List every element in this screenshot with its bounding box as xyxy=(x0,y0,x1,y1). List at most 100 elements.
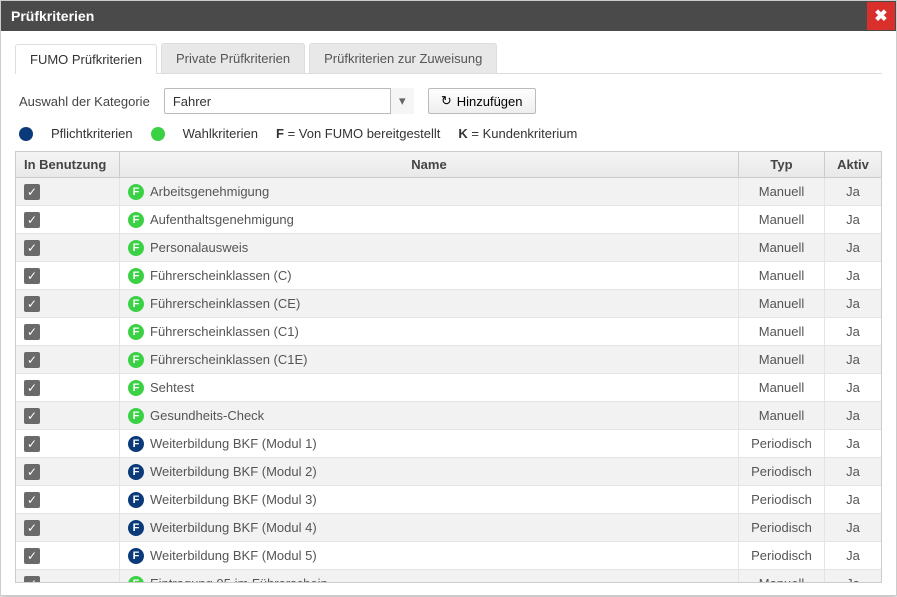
table-row[interactable]: ✓FAufenthaltsgenehmigungManuellJa xyxy=(16,206,881,234)
cell-in-benutzung: ✓ xyxy=(16,458,120,485)
legend: Pflichtkriterien Wahlkriterien F = Von F… xyxy=(15,126,882,151)
source-badge-icon: F xyxy=(128,184,144,200)
controls-row: Auswahl der Kategorie Fahrer ▾ ↻ Hinzufü… xyxy=(15,74,882,126)
cell-name: FFührerscheinklassen (C) xyxy=(120,262,739,289)
cell-name: FWeiterbildung BKF (Modul 5) xyxy=(120,542,739,569)
tab-2[interactable]: Prüfkriterien zur Zuweisung xyxy=(309,43,497,73)
cell-aktiv: Ja xyxy=(825,570,881,582)
dot-navy-icon xyxy=(19,127,33,141)
cell-in-benutzung: ✓ xyxy=(16,402,120,429)
grid-header: In Benutzung Name Typ Aktiv xyxy=(16,152,881,178)
table-row[interactable]: ✓FFührerscheinklassen (CE)ManuellJa xyxy=(16,290,881,318)
row-name-text: Führerscheinklassen (CE) xyxy=(150,296,300,311)
col-header-typ[interactable]: Typ xyxy=(739,152,825,177)
cell-typ: Manuell xyxy=(739,570,825,582)
cell-name: FWeiterbildung BKF (Modul 3) xyxy=(120,486,739,513)
category-label: Auswahl der Kategorie xyxy=(19,94,150,109)
cell-name: FPersonalausweis xyxy=(120,234,739,261)
category-select-field[interactable]: Fahrer xyxy=(164,88,414,114)
category-select[interactable]: Fahrer ▾ xyxy=(164,88,414,114)
cell-aktiv: Ja xyxy=(825,430,881,457)
table-row[interactable]: ✓FFührerscheinklassen (C)ManuellJa xyxy=(16,262,881,290)
checkbox[interactable]: ✓ xyxy=(24,324,40,340)
source-badge-icon: F xyxy=(128,436,144,452)
content-area: FUMO PrüfkriterienPrivate PrüfkriterienP… xyxy=(1,31,896,597)
checkbox[interactable]: ✓ xyxy=(24,296,40,312)
cell-typ: Periodisch xyxy=(739,486,825,513)
table-row[interactable]: ✓FWeiterbildung BKF (Modul 5)PeriodischJ… xyxy=(16,542,881,570)
tab-0[interactable]: FUMO Prüfkriterien xyxy=(15,44,157,74)
legend-k-bold: K xyxy=(458,126,467,141)
checkbox[interactable]: ✓ xyxy=(24,352,40,368)
source-badge-icon: F xyxy=(128,296,144,312)
table-row[interactable]: ✓FEintragung 95 im FührerscheinManuellJa xyxy=(16,570,881,582)
table-row[interactable]: ✓FFührerscheinklassen (C1E)ManuellJa xyxy=(16,346,881,374)
cell-aktiv: Ja xyxy=(825,458,881,485)
table-row[interactable]: ✓ F Weiterbildung BKF (Modul 1) PeriodischJ… xyxy=(16,430,881,458)
legend-k: K = Kundenkriterium xyxy=(458,126,577,141)
checkbox[interactable]: ✓ xyxy=(24,520,40,536)
cell-typ: Periodisch xyxy=(739,430,825,457)
table-row[interactable]: ✓FWeiterbildung BKF (Modul 2)PeriodischJ… xyxy=(16,458,881,486)
cell-name: F Weiterbildung BKF (Modul 1) xyxy=(120,430,739,457)
cell-typ: Manuell xyxy=(739,234,825,261)
cell-typ: Manuell xyxy=(739,178,825,205)
checkbox[interactable]: ✓ xyxy=(24,492,40,508)
table-row[interactable]: ✓FWeiterbildung BKF (Modul 4)PeriodischJ… xyxy=(16,514,881,542)
cell-typ: Manuell xyxy=(739,206,825,233)
table-row[interactable]: ✓ FGesundheits-CheckManuellJa xyxy=(16,402,881,430)
source-badge-icon: F xyxy=(128,464,144,480)
checkbox[interactable]: ✓ xyxy=(24,436,40,452)
legend-f-bold: F xyxy=(276,126,284,141)
col-header-in-benutzung[interactable]: In Benutzung xyxy=(16,152,120,177)
source-badge-icon: F xyxy=(128,352,144,368)
cell-typ: Manuell xyxy=(739,318,825,345)
grid-body[interactable]: ✓FArbeitsgenehmigungManuellJa✓FAufenthal… xyxy=(16,178,881,582)
cell-typ: Manuell xyxy=(739,402,825,429)
tab-1[interactable]: Private Prüfkriterien xyxy=(161,43,305,73)
checkbox[interactable]: ✓ xyxy=(24,380,40,396)
close-icon: ✖ xyxy=(874,6,887,26)
table-row[interactable]: ✓ F Arbeitsgenehmigung ManuellJa xyxy=(16,178,881,206)
table-row[interactable]: ✓FPersonalausweisManuellJa xyxy=(16,234,881,262)
checkbox[interactable]: ✓ xyxy=(24,464,40,480)
window-title: Prüfkriterien xyxy=(11,8,94,24)
source-badge-icon: F xyxy=(128,576,144,583)
cell-typ: Manuell xyxy=(739,346,825,373)
add-button[interactable]: ↻ Hinzufügen xyxy=(428,88,536,114)
checkbox[interactable]: ✓ xyxy=(24,240,40,256)
table-row[interactable]: ✓FSehtestManuellJa xyxy=(16,374,881,402)
cell-name: FAufenthaltsgenehmigung xyxy=(120,206,739,233)
checkbox[interactable]: ✓ xyxy=(24,212,40,228)
cell-name: FSehtest xyxy=(120,374,739,401)
titlebar: Prüfkriterien ✖ xyxy=(1,1,896,31)
col-header-name[interactable]: Name xyxy=(120,152,739,177)
row-name-text: Arbeitsgenehmigung xyxy=(150,184,269,199)
cell-in-benutzung: ✓ xyxy=(16,262,120,289)
cell-in-benutzung: ✓ xyxy=(16,290,120,317)
refresh-icon: ↻ xyxy=(441,93,452,109)
checkbox[interactable]: ✓ xyxy=(24,548,40,564)
table-row[interactable]: ✓FWeiterbildung BKF (Modul 3)PeriodischJ… xyxy=(16,486,881,514)
close-button[interactable]: ✖ xyxy=(867,2,895,30)
cell-aktiv: Ja xyxy=(825,374,881,401)
row-name-text: Weiterbildung BKF (Modul 1) xyxy=(150,436,317,451)
col-header-aktiv[interactable]: Aktiv xyxy=(825,152,881,177)
cell-name: FGesundheits-Check xyxy=(120,402,739,429)
checkbox[interactable]: ✓ xyxy=(24,268,40,284)
cell-aktiv: Ja xyxy=(825,402,881,429)
legend-k-text: = Kundenkriterium xyxy=(468,126,577,141)
cell-in-benutzung: ✓ xyxy=(16,374,120,401)
cell-aktiv: Ja xyxy=(825,178,881,205)
cell-aktiv: Ja xyxy=(825,262,881,289)
table-row[interactable]: ✓FFührerscheinklassen (C1)ManuellJa xyxy=(16,318,881,346)
source-badge-icon: F xyxy=(128,492,144,508)
checkbox[interactable]: ✓ xyxy=(24,184,40,200)
source-badge-icon: F xyxy=(128,380,144,396)
checkbox[interactable]: ✓ xyxy=(24,576,40,583)
row-name-text: Gesundheits-Check xyxy=(150,408,264,423)
checkbox[interactable]: ✓ xyxy=(24,408,40,424)
source-badge-icon: F xyxy=(128,548,144,564)
cell-aktiv: Ja xyxy=(825,346,881,373)
legend-f-text: = Von FUMO bereitgestellt xyxy=(284,126,440,141)
